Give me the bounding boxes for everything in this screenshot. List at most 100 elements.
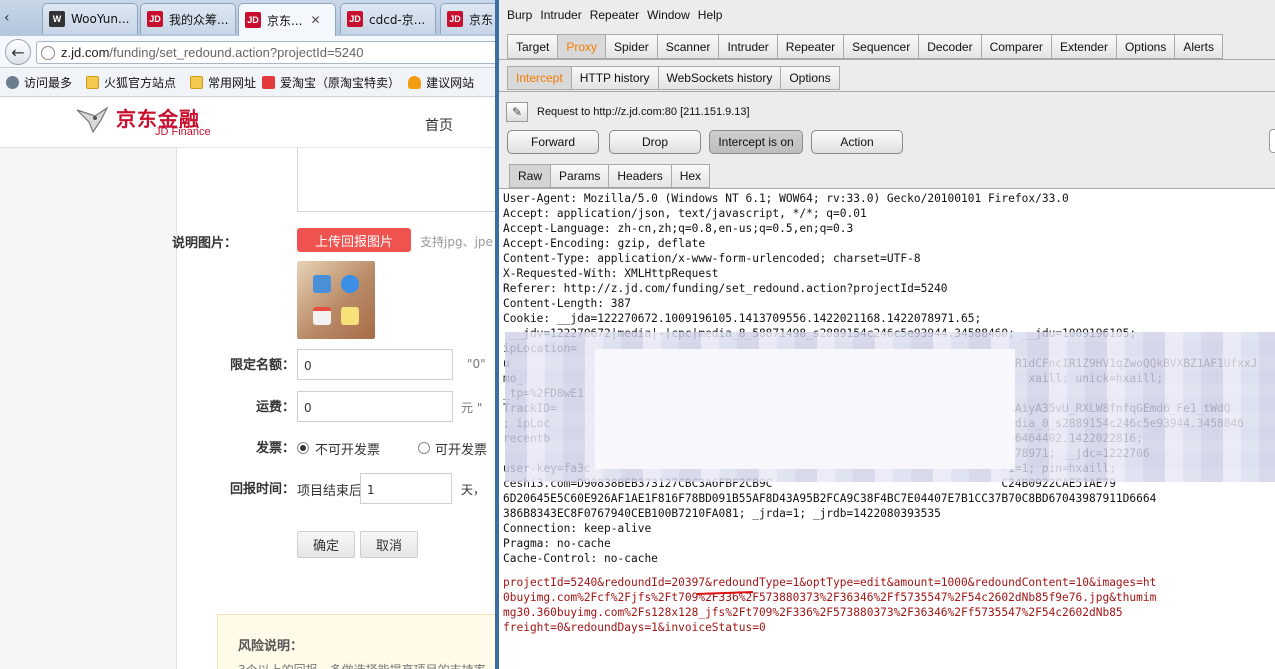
limit-suffix: "0" bbox=[467, 357, 486, 371]
tab-proxy[interactable]: Proxy bbox=[557, 34, 606, 59]
proxy-sub-tabs: Intercept HTTP history WebSockets histor… bbox=[507, 66, 840, 90]
viewtab-headers[interactable]: Headers bbox=[608, 164, 671, 188]
action-button[interactable]: Action bbox=[811, 130, 903, 154]
header-line: 6D20645E5C60E926AF1AE1F816F78BD091B55AF8… bbox=[503, 492, 1157, 505]
burp-main-tabs: Target Proxy Spider Scanner Intruder Rep… bbox=[507, 34, 1224, 59]
proxy-panel: Intercept HTTP history WebSockets histor… bbox=[499, 59, 1275, 669]
browser-tab-wooyun[interactable]: W WooYun... bbox=[42, 3, 138, 34]
tab-sequencer[interactable]: Sequencer bbox=[843, 34, 919, 59]
bookmark-label: 常用网址 bbox=[208, 76, 257, 90]
redound-content-textarea[interactable] bbox=[297, 148, 495, 212]
menu-repeater[interactable]: Repeater bbox=[590, 8, 639, 28]
subtab-websockets-history[interactable]: WebSockets history bbox=[657, 66, 781, 90]
tab-spider[interactable]: Spider bbox=[605, 34, 657, 59]
tab-target[interactable]: Target bbox=[507, 34, 558, 59]
header-line: Content-Type: application/x-www-form-url… bbox=[503, 252, 921, 265]
nav-home-link[interactable]: 首页 bbox=[425, 115, 453, 135]
request-target-info: Request to http://z.jd.com:80 [211.151.9… bbox=[537, 106, 750, 118]
globe-icon bbox=[41, 45, 55, 60]
jd-favicon-icon: JD bbox=[347, 11, 363, 27]
body-line: 0buyimg.com%2Fcf%2Fjfs%2Ft709%2F336%2F57… bbox=[503, 591, 1157, 604]
search-field[interactable] bbox=[1269, 129, 1275, 153]
bookmark-label: 爱淘宝（原淘宝特卖） bbox=[280, 76, 401, 90]
redound-image-thumbnail[interactable] bbox=[297, 261, 375, 339]
tab-scanner[interactable]: Scanner bbox=[656, 34, 719, 59]
jd-favicon-icon: JD bbox=[245, 12, 261, 28]
cancel-button[interactable]: 取消 bbox=[360, 531, 418, 558]
shipping-input[interactable]: 0 bbox=[297, 391, 453, 422]
bookmark-label: 火狐官方站点 bbox=[104, 76, 177, 90]
invoice-no-label: 不可开发票 bbox=[315, 443, 381, 458]
browser-tab-jd[interactable]: JD 京东 bbox=[440, 3, 495, 34]
tab-repeater[interactable]: Repeater bbox=[776, 34, 844, 59]
bookmark-label: 建议网站 bbox=[426, 76, 475, 90]
subtab-options[interactable]: Options bbox=[780, 66, 840, 90]
browser-tab-cdcd[interactable]: JD cdcd-京... bbox=[340, 3, 436, 34]
close-tab-icon[interactable]: ✕ bbox=[310, 13, 320, 27]
redound-time-label: 回报时间： bbox=[229, 482, 295, 497]
browser-tab-bar: ‹ W WooYun... JD 我的众筹... JD 京东... ✕ JD c… bbox=[0, 0, 495, 36]
tab-intruder[interactable]: Intruder bbox=[718, 34, 777, 59]
folder-icon bbox=[86, 76, 100, 89]
header-line: X-Requested-With: XMLHttpRequest bbox=[503, 267, 719, 280]
safari-icon bbox=[341, 275, 359, 293]
url-bar[interactable]: z.jd.com/funding/set_redound.action?proj… bbox=[36, 41, 495, 64]
raw-request-editor[interactable]: User-Agent: Mozilla/5.0 (Windows NT 6.1;… bbox=[499, 188, 1275, 669]
jd-finance-header: 京东金融 JD Finance 首页 bbox=[0, 98, 495, 148]
limit-input[interactable]: 0 bbox=[297, 349, 453, 380]
invoice-label: 发票： bbox=[255, 441, 295, 456]
browser-tab-my-crowdfunding[interactable]: JD 我的众筹... bbox=[140, 3, 236, 34]
tab-options[interactable]: Options bbox=[1115, 34, 1175, 59]
bookmark-firefox-official[interactable]: 火狐官方站点 bbox=[86, 74, 176, 91]
bookmark-aitaobao[interactable]: 爱淘宝（原淘宝特卖） bbox=[262, 74, 400, 91]
burp-suite-window: Burp Intruder Repeater Window Help Targe… bbox=[495, 0, 1275, 669]
invoice-no-radio[interactable] bbox=[297, 442, 309, 454]
menu-window[interactable]: Window bbox=[647, 8, 690, 28]
jd-finance-logo-subtitle: JD Finance bbox=[155, 126, 211, 138]
back-button[interactable]: ← bbox=[5, 39, 31, 65]
viewtab-raw[interactable]: Raw bbox=[509, 164, 551, 188]
subtab-intercept[interactable]: Intercept bbox=[507, 66, 571, 90]
subtab-http-history[interactable]: HTTP history bbox=[570, 66, 658, 90]
header-line: Cache-Control: no-cache bbox=[503, 552, 658, 565]
drop-button[interactable]: Drop bbox=[609, 130, 701, 154]
browser-tab-jd-active[interactable]: JD 京东... ✕ bbox=[238, 3, 336, 36]
viewtab-hex[interactable]: Hex bbox=[670, 164, 711, 188]
browser-tab-label: cdcd-京... bbox=[369, 12, 426, 27]
lightbulb-icon bbox=[408, 76, 422, 89]
redound-days-input[interactable]: 1 bbox=[360, 473, 452, 504]
menu-burp[interactable]: Burp bbox=[507, 8, 532, 28]
pencil-icon[interactable]: ✎ bbox=[506, 102, 528, 122]
invoice-yes-radio[interactable] bbox=[418, 442, 430, 454]
tab-extender[interactable]: Extender bbox=[1050, 34, 1116, 59]
bookmark-suggested-sites[interactable]: 建议网站 bbox=[408, 74, 474, 91]
tab-scroll-left-icon[interactable]: ‹ bbox=[4, 10, 10, 26]
browser-tab-label: 京东... bbox=[267, 13, 303, 28]
header-line: Accept: application/json, text/javascrip… bbox=[503, 207, 867, 220]
forward-button[interactable]: Forward bbox=[507, 130, 599, 154]
risk-title: 风险说明： bbox=[238, 639, 304, 654]
limit-label: 限定名额： bbox=[229, 358, 295, 373]
body-line: mg30.360buyimg.com%2Fs128x128_jfs%2Ft709… bbox=[503, 606, 1123, 619]
body-line: freight=0&redoundDays=1&invoiceStatus=0 bbox=[503, 621, 766, 634]
upload-image-button[interactable]: 上传回报图片 bbox=[297, 228, 411, 252]
menu-intruder[interactable]: Intruder bbox=[540, 8, 581, 28]
intercept-panel: ✎ Request to http://z.jd.com:80 [211.151… bbox=[499, 91, 1275, 669]
tab-alerts[interactable]: Alerts bbox=[1174, 34, 1224, 59]
jd-favicon-icon: JD bbox=[447, 11, 463, 27]
tab-comparer[interactable]: Comparer bbox=[980, 34, 1051, 59]
intercept-toggle-button[interactable]: Intercept is on bbox=[709, 130, 803, 154]
viewtab-params[interactable]: Params bbox=[550, 164, 609, 188]
risk-notice: 风险说明： 3个以上的回报，多做选择能提高项目的支持率 bbox=[217, 614, 495, 669]
finder-icon bbox=[313, 275, 331, 293]
time-suffix: 天， bbox=[461, 483, 486, 497]
bookmark-most-visited[interactable]: 访问最多 bbox=[6, 74, 72, 91]
redound-form: 说明图片： 上传回报图片 支持jpg、jpe 限定名额： 0 "0" 运费： 0… bbox=[172, 148, 495, 669]
tab-decoder[interactable]: Decoder bbox=[918, 34, 981, 59]
bookmark-common-sites[interactable]: 常用网址 bbox=[190, 74, 256, 91]
confirm-button[interactable]: 确定 bbox=[297, 531, 355, 558]
arrow-left-icon: ← bbox=[11, 42, 25, 62]
shipping-label: 运费： bbox=[255, 400, 295, 415]
menu-help[interactable]: Help bbox=[698, 8, 723, 28]
calendar-icon bbox=[313, 307, 331, 325]
